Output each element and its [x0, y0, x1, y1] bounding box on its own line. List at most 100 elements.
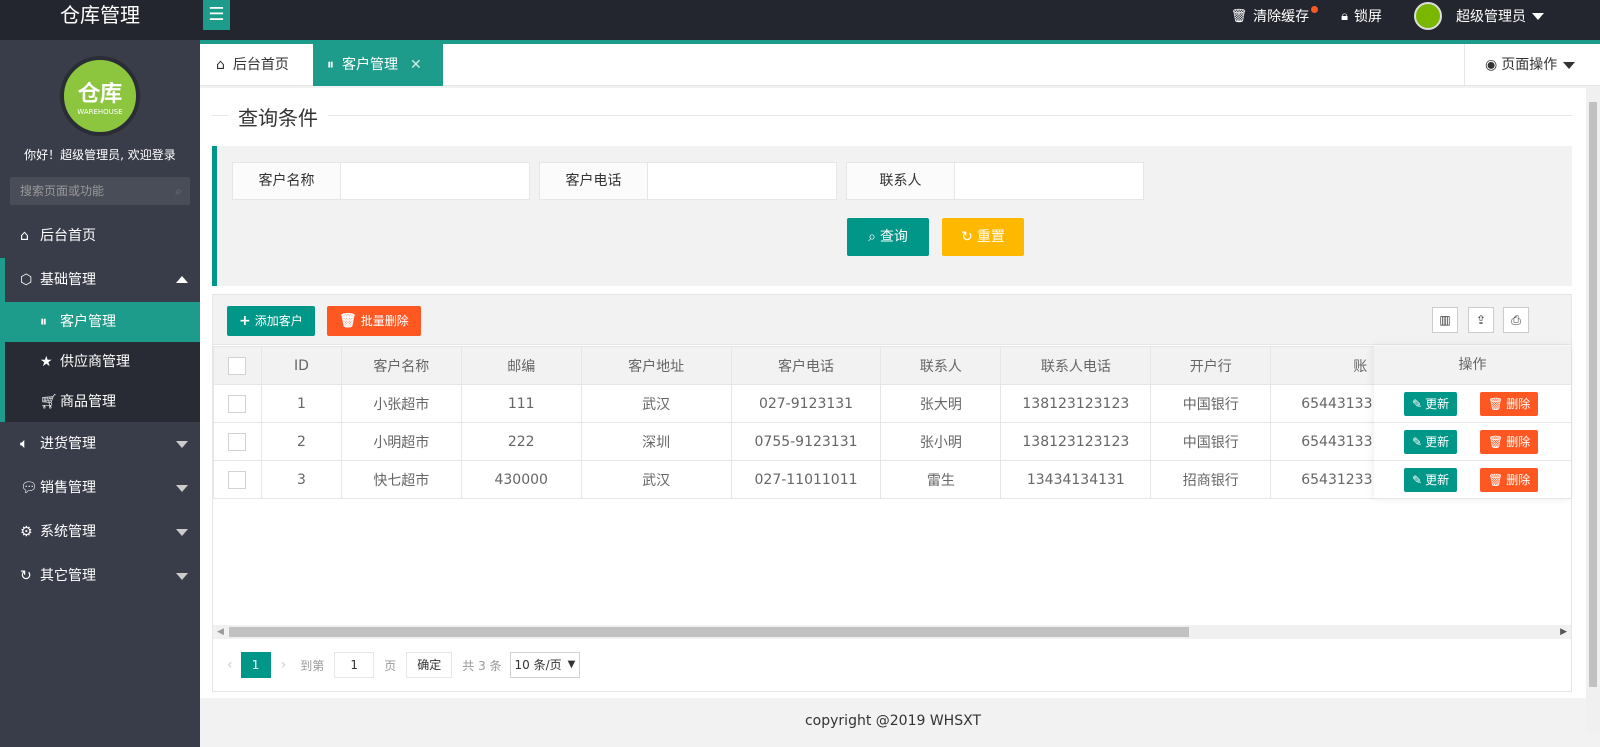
tab-home[interactable]: ⌂ 后台首页 — [202, 44, 310, 86]
sidebar-item-other[interactable]: ↻ 其它管理 — [0, 554, 200, 598]
columns-icon[interactable]: ▥ — [1432, 307, 1458, 333]
cell-contact-phone: 138123123123 — [1000, 384, 1152, 423]
page-size-value: 10 条/页 — [514, 658, 562, 672]
lock-screen-label: 锁屏 — [1354, 9, 1382, 25]
lock-screen-button[interactable]: 🔒︎ 锁屏 — [1341, 6, 1382, 26]
app-title: 仓库管理 — [60, 3, 140, 27]
horizontal-scrollbar[interactable]: ◀ ▶ — [213, 625, 1571, 639]
search-icon[interactable]: ⌕ — [175, 177, 182, 205]
chat-icon: 💬︎ — [20, 480, 38, 496]
clear-cache-button[interactable]: 🗑 清除缓存 — [1231, 6, 1319, 26]
column-header[interactable]: ID — [260, 346, 342, 385]
prev-page-icon[interactable]: ‹ — [227, 657, 233, 673]
column-header[interactable]: 联系人电话 — [1000, 346, 1152, 385]
delete-button[interactable]: 🗑 删除 — [1480, 468, 1539, 492]
update-button[interactable]: ✎ 更新 — [1404, 468, 1458, 492]
cell-phone: 027-9123131 — [730, 384, 882, 423]
reset-button[interactable]: ↻ 重置 — [942, 218, 1024, 256]
row-checkbox[interactable] — [228, 394, 247, 413]
table-row: 1 小张超市 111 武汉 027-9123131 张大明 1381231231… — [213, 384, 1571, 423]
search-placeholder: 搜索页面或功能 — [20, 184, 105, 198]
column-header[interactable]: 客户名称 — [340, 346, 462, 385]
sidebar-item-sales[interactable]: 💬︎ 销售管理 — [0, 466, 200, 510]
customer-name-input[interactable] — [341, 163, 529, 199]
batch-delete-button[interactable]: 🗑 批量删除 — [327, 306, 421, 336]
print-icon[interactable]: ⎙ — [1503, 307, 1529, 333]
logo-subtext: WAREHOUSE — [77, 108, 123, 116]
contact-input[interactable] — [955, 163, 1143, 199]
select-all-cell — [213, 346, 262, 385]
column-header[interactable]: 客户电话 — [730, 346, 882, 385]
column-header[interactable]: 客户地址 — [580, 346, 732, 385]
user-menu[interactable]: 超级管理员 — [1414, 2, 1544, 30]
delete-button[interactable]: 🗑 删除 — [1480, 430, 1539, 454]
tab-customer[interactable]: ⏸︎ 客户管理 ✕ — [313, 44, 443, 86]
chevron-down-icon — [176, 573, 188, 580]
sidebar-item-purchase[interactable]: 🔈︎ 进货管理 — [0, 422, 200, 466]
field-label: 客户名称 — [233, 163, 341, 199]
field-label: 联系人 — [847, 163, 955, 199]
sidebar-item-label: 供应商管理 — [60, 354, 130, 370]
chevron-down-icon — [1532, 12, 1544, 20]
update-label: 更新 — [1425, 473, 1450, 487]
row-checkbox[interactable] — [228, 470, 247, 489]
cell-zip: 430000 — [460, 460, 582, 499]
scroll-thumb[interactable] — [1589, 102, 1597, 687]
chevron-down-icon: ▼ — [567, 659, 576, 670]
sidebar: 仓库 WAREHOUSE 你好！超级管理员, 欢迎登录 搜索页面或功能 ⌕ ⌂ … — [0, 40, 200, 747]
sidebar-item-customer[interactable]: ⏸︎ 客户管理 — [0, 302, 200, 342]
export-icon[interactable]: ⇪ — [1468, 307, 1494, 333]
active-bar — [0, 258, 5, 302]
sidebar-item-goods[interactable]: 🛒︎ 商品管理 — [0, 382, 200, 422]
next-page-icon[interactable]: › — [281, 657, 287, 673]
cell-address: 深圳 — [580, 422, 732, 461]
scroll-thumb[interactable] — [229, 627, 1189, 637]
select-all-checkbox[interactable] — [228, 356, 247, 375]
sidebar-item-system[interactable]: ⚙ 系统管理 — [0, 510, 200, 554]
hamburger-icon[interactable]: ☰ — [203, 0, 230, 30]
add-customer-button[interactable]: + 添加客户 — [227, 306, 315, 336]
sidebar-item-label: 后台首页 — [40, 228, 96, 244]
home-icon: ⌂ — [20, 228, 29, 244]
row-checkbox[interactable] — [228, 432, 247, 451]
cell-name: 小张超市 — [340, 384, 462, 423]
user-name: 超级管理员 — [1456, 9, 1526, 25]
goto-confirm-button[interactable]: 确定 — [406, 652, 453, 678]
customer-phone-input[interactable] — [648, 163, 836, 199]
add-customer-label: 添加客户 — [254, 314, 303, 328]
close-icon[interactable]: ✕ — [410, 44, 422, 86]
sidebar-item-label: 系统管理 — [40, 524, 96, 540]
column-header[interactable]: 开户行 — [1150, 346, 1272, 385]
pause-circle-icon: ⏸︎ — [40, 314, 47, 330]
sidebar-item-supplier[interactable]: ★ 供应商管理 — [0, 342, 200, 382]
delete-button[interactable]: 🗑 删除 — [1480, 392, 1539, 416]
scroll-left-icon[interactable]: ◀ — [217, 627, 224, 637]
operations-row: ✎ 更新 🗑 删除 — [1374, 385, 1571, 423]
footer-copyright: copyright @2019 WHSXT — [200, 698, 1586, 747]
data-table-box: + 添加客户 🗑 批量删除 ▥ ⇪ ⎙ ID 客户名称 邮编 客户地址 客户电话… — [212, 294, 1572, 692]
sidebar-item-home[interactable]: ⌂ 后台首页 — [0, 214, 200, 258]
page-number-current[interactable]: 1 — [240, 652, 271, 678]
page-operations-menu[interactable]: ◉ 页面操作 — [1464, 44, 1600, 86]
cell-address: 武汉 — [580, 384, 732, 423]
search-button[interactable]: ⌕ 查询 — [847, 218, 929, 256]
vertical-scrollbar[interactable] — [1586, 88, 1600, 733]
delete-label: 删除 — [1506, 397, 1531, 411]
update-button[interactable]: ✎ 更新 — [1404, 392, 1458, 416]
trash-icon: 🗑 — [1488, 473, 1504, 487]
column-header[interactable]: 邮编 — [460, 346, 582, 385]
update-button[interactable]: ✎ 更新 — [1404, 430, 1458, 454]
goto-page-input[interactable]: 1 — [334, 652, 375, 678]
cell-zip: 111 — [460, 384, 582, 423]
chevron-up-icon — [176, 276, 188, 283]
sidebar-item-basic[interactable]: ⬡ 基础管理 — [0, 258, 200, 302]
scroll-right-icon[interactable]: ▶ — [1560, 627, 1567, 637]
search-input[interactable]: 搜索页面或功能 ⌕ — [10, 177, 190, 205]
chevron-down-icon — [1563, 61, 1576, 69]
table-scroll-area: ID 客户名称 邮编 客户地址 客户电话 联系人 联系人电话 开户行 账 1 小… — [213, 346, 1571, 624]
sidebar-submenu: ⏸︎ 客户管理 ★ 供应商管理 🛒︎ 商品管理 — [0, 302, 200, 422]
sidebar-item-label: 客户管理 — [60, 314, 116, 330]
top-header: 仓库管理 ☰ 🗑 清除缓存 🔒︎ 锁屏 超级管理员 — [0, 0, 1600, 44]
column-header[interactable]: 联系人 — [880, 346, 1002, 385]
page-size-select[interactable]: 10 条/页 ▼ — [509, 652, 581, 678]
